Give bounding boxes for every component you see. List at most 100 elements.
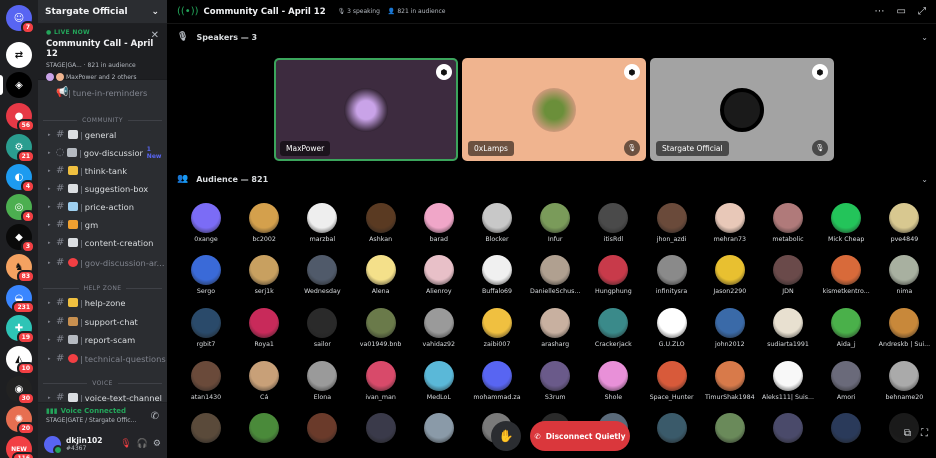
- audience-member[interactable]: [410, 413, 468, 443]
- audience-member[interactable]: [293, 413, 351, 443]
- server-icon[interactable]: ◈: [0, 72, 32, 98]
- audience-member[interactable]: kismetkentro...: [817, 255, 875, 295]
- channel-think-tank[interactable]: ▸ # | think-tank: [38, 162, 167, 179]
- audience-member[interactable]: Crackerjack: [584, 308, 642, 348]
- server-header[interactable]: Stargate Official ⌄: [38, 0, 167, 24]
- server-icon[interactable]: ◎ 4: [6, 194, 35, 223]
- audience-member[interactable]: G.U.ZLO: [643, 308, 701, 348]
- audience-member[interactable]: JDN: [759, 255, 817, 295]
- audience-member[interactable]: john2012: [701, 308, 759, 348]
- audience-member[interactable]: itisRdl: [584, 203, 642, 243]
- fullscreen-icon[interactable]: ⛶: [921, 428, 928, 439]
- audience-member[interactable]: Jason2290: [701, 255, 759, 295]
- more-icon[interactable]: ⋯: [875, 6, 885, 17]
- voice-location[interactable]: STAGE|GATE / Stargate Offic...: [46, 417, 159, 424]
- channel-gov-discussion-archive[interactable]: ▸ # | gov-discussion-ar...: [38, 254, 167, 271]
- audience-member[interactable]: Andreskb | Sui...: [875, 308, 933, 348]
- server-icon[interactable]: NEW116: [6, 436, 35, 458]
- audience-member[interactable]: Aida_j: [817, 308, 875, 348]
- server-icon[interactable]: ● 56: [6, 103, 35, 132]
- channel-report-scam[interactable]: ▸ # | report-scam: [38, 331, 167, 348]
- audience-member[interactable]: nima: [875, 255, 933, 295]
- audience-member[interactable]: behname20: [875, 361, 933, 401]
- audience-member[interactable]: 0xange: [177, 203, 235, 243]
- speaker-card[interactable]: ⬢ MaxPower: [274, 58, 458, 161]
- channel-tune-in-reminders[interactable]: 📢 | tune-in-reminders: [38, 84, 167, 101]
- server-icon[interactable]: ◒ 231: [6, 285, 35, 314]
- headphones-icon[interactable]: 🎧: [137, 439, 148, 449]
- audience-member[interactable]: serj1k: [235, 255, 293, 295]
- audience-member[interactable]: Blocker: [468, 203, 526, 243]
- live-stage-card[interactable]: ● LIVE NOW Community Call - April 12 STA…: [38, 24, 167, 81]
- audience-member[interactable]: mohammad.za: [468, 361, 526, 401]
- channel-price-action[interactable]: ▸ # | price-action: [38, 198, 167, 215]
- server-icon[interactable]: ◉ 30: [6, 376, 35, 405]
- audience-member[interactable]: S3rum: [526, 361, 584, 401]
- chevron-down-icon[interactable]: ⌄: [921, 175, 928, 184]
- audience-member[interactable]: Mick Cheap: [817, 203, 875, 243]
- raise-hand-button[interactable]: ✋: [491, 421, 521, 451]
- audience-member[interactable]: Sergo: [177, 255, 235, 295]
- channel-technical-questions[interactable]: ▸ # | technical-questions: [38, 350, 167, 367]
- speaker-card[interactable]: ⬢ 0xLamps 🎙: [462, 58, 646, 161]
- disconnect-phone-icon[interactable]: ✆: [151, 411, 159, 422]
- audience-member[interactable]: sailor: [293, 308, 351, 348]
- audience-member[interactable]: Ashkan: [352, 203, 410, 243]
- server-icon[interactable]: ⚙ 21: [6, 134, 35, 163]
- audience-member[interactable]: Shole: [584, 361, 642, 401]
- audience-member[interactable]: Roya1: [235, 308, 293, 348]
- server-icon[interactable]: ☺ 7: [6, 5, 35, 34]
- server-icon[interactable]: ⇄: [6, 42, 32, 68]
- audience-member[interactable]: DanielleSchus...: [526, 255, 584, 295]
- audience-member[interactable]: Elona: [293, 361, 351, 401]
- audience-member[interactable]: [701, 413, 759, 443]
- audience-member[interactable]: rgbit7: [177, 308, 235, 348]
- audience-member[interactable]: MedLoL: [410, 361, 468, 401]
- audience-member[interactable]: jhon_azdi: [643, 203, 701, 243]
- channel-content-creation[interactable]: ▸ # | content-creation: [38, 234, 167, 251]
- audience-member[interactable]: [352, 413, 410, 443]
- chevron-down-icon[interactable]: ⌄: [921, 33, 928, 42]
- gear-icon[interactable]: ⚙: [153, 439, 161, 449]
- category-community[interactable]: COMMUNITY: [38, 114, 167, 126]
- popout-icon[interactable]: ⤢: [918, 6, 926, 17]
- audience-member[interactable]: Infur: [526, 203, 584, 243]
- channel-gm[interactable]: ▸ # | gm: [38, 216, 167, 233]
- channel-suggestion-box[interactable]: ▸ # | suggestion-box: [38, 180, 167, 197]
- category-help-zone[interactable]: HELP ZONE: [38, 282, 167, 294]
- channel-general[interactable]: ▸ # | general: [38, 126, 167, 143]
- server-icon[interactable]: ◆ 3: [6, 224, 35, 253]
- audience-member[interactable]: TimurShak1984: [701, 361, 759, 401]
- audience-member[interactable]: Cá: [235, 361, 293, 401]
- server-icon[interactable]: ✺ 20: [6, 406, 35, 435]
- speakers-header[interactable]: 🎙 Speakers — 3: [177, 32, 257, 42]
- mic-muted-icon[interactable]: 🎙: [120, 439, 131, 449]
- avatar[interactable]: [44, 435, 63, 455]
- audience-member[interactable]: vahidaz92: [410, 308, 468, 348]
- audience-member[interactable]: sudiarta1991: [759, 308, 817, 348]
- voice-connected-label[interactable]: ▮▮▮ Voice Connected: [46, 407, 159, 415]
- audience-member[interactable]: atan1430: [177, 361, 235, 401]
- audience-member[interactable]: pve4849: [875, 203, 933, 243]
- disconnect-quietly-button[interactable]: ✆ Disconnect Quietly: [530, 421, 630, 451]
- audience-member[interactable]: [177, 413, 235, 443]
- server-icon[interactable]: ♞ 83: [6, 254, 35, 283]
- popout-icon[interactable]: ⧉: [904, 428, 911, 439]
- audience-member[interactable]: mehran73: [701, 203, 759, 243]
- audience-member[interactable]: [235, 413, 293, 443]
- audience-member[interactable]: va01949.bnb: [352, 308, 410, 348]
- audience-member[interactable]: Alena: [352, 255, 410, 295]
- audience-header[interactable]: 👥 Audience — 821: [177, 174, 268, 184]
- audience-member[interactable]: ivan_man: [352, 361, 410, 401]
- audience-member[interactable]: arasharg: [526, 308, 584, 348]
- channel-support-chat[interactable]: ▸ # | support-chat: [38, 313, 167, 330]
- user-name-block[interactable]: dkjin102 #4367: [66, 436, 115, 452]
- audience-member[interactable]: [759, 413, 817, 443]
- audience-member[interactable]: Hungphung: [584, 255, 642, 295]
- screen-icon[interactable]: ▭: [897, 6, 906, 17]
- audience-member[interactable]: Aleks111| Suis...: [759, 361, 817, 401]
- audience-member[interactable]: barad: [410, 203, 468, 243]
- audience-member[interactable]: Space_Hunter: [643, 361, 701, 401]
- audience-member[interactable]: Alienroy: [410, 255, 468, 295]
- audience-member[interactable]: infinitysra: [643, 255, 701, 295]
